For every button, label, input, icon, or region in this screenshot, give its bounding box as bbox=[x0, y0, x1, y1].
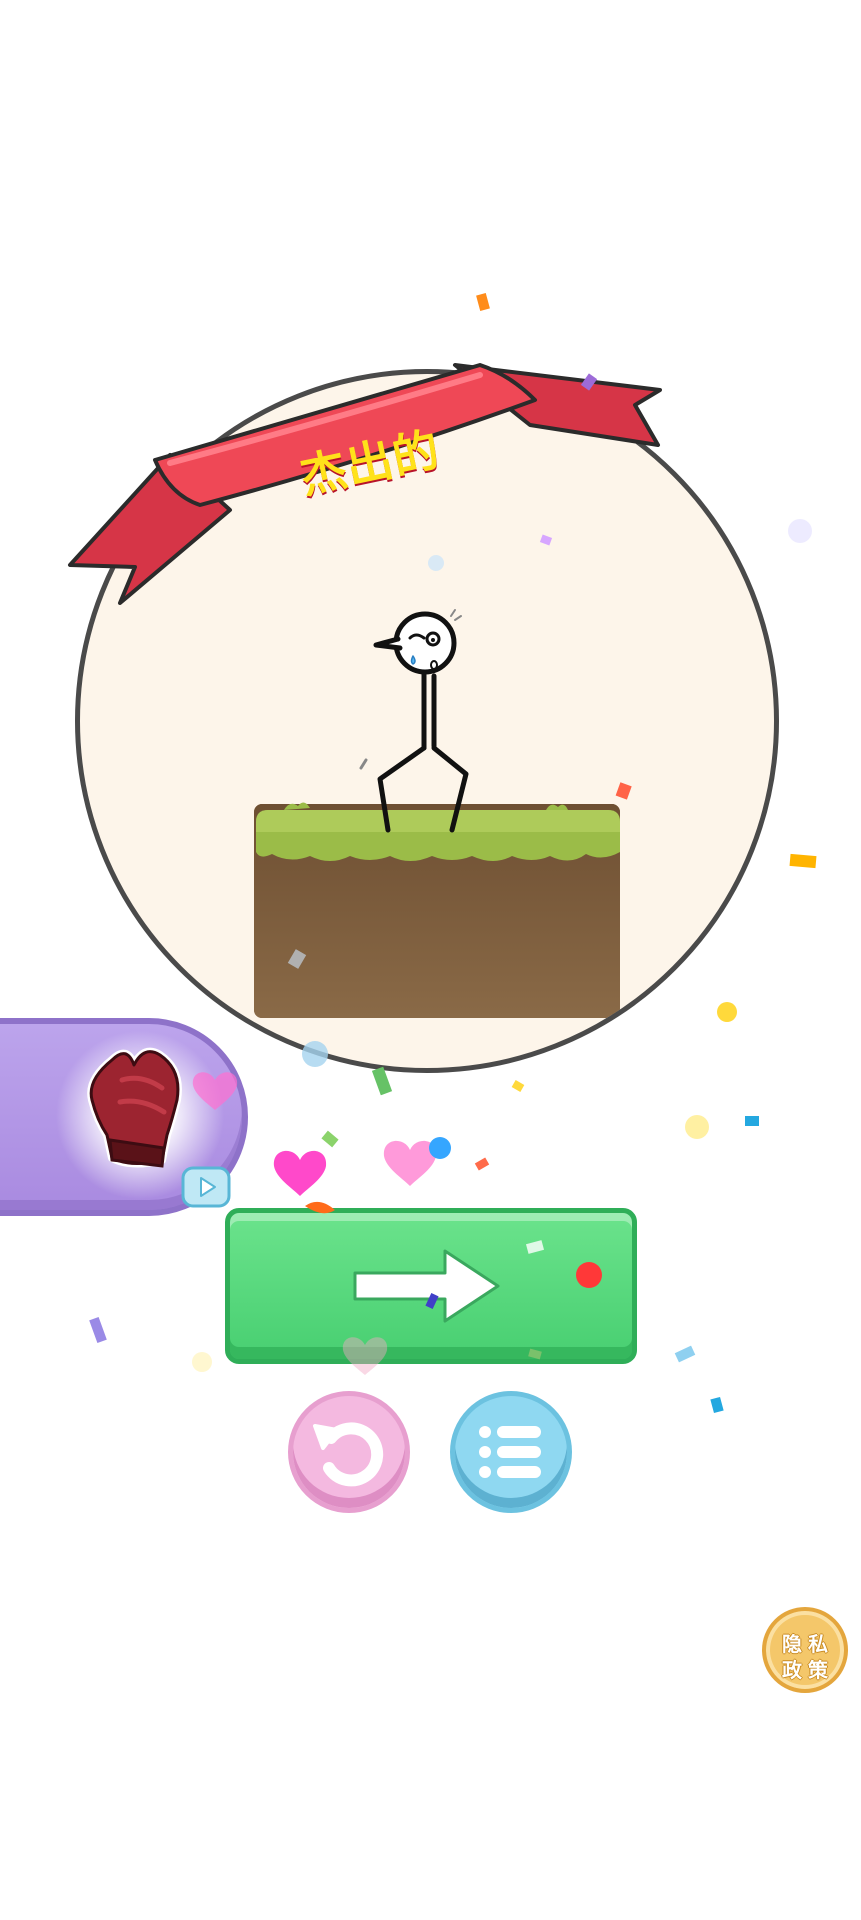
privacy-label-line2: 政策 bbox=[782, 1658, 834, 1682]
stickman bbox=[359, 609, 469, 833]
next-level-button[interactable] bbox=[225, 1208, 637, 1364]
arrow-right-icon bbox=[353, 1249, 500, 1323]
grass-ground-block bbox=[254, 802, 620, 1018]
restart-icon bbox=[313, 1422, 384, 1487]
privacy-label-line1: 隐私 bbox=[782, 1632, 834, 1656]
menu-list-icon bbox=[479, 1426, 541, 1478]
level-menu-button[interactable] bbox=[450, 1391, 572, 1513]
restart-button[interactable] bbox=[288, 1391, 410, 1513]
privacy-policy-button[interactable]: 隐私 政策 bbox=[762, 1607, 848, 1693]
video-play-icon bbox=[181, 1166, 231, 1208]
game-screen: 杰出的 隐私 政策 bbox=[0, 0, 861, 1920]
